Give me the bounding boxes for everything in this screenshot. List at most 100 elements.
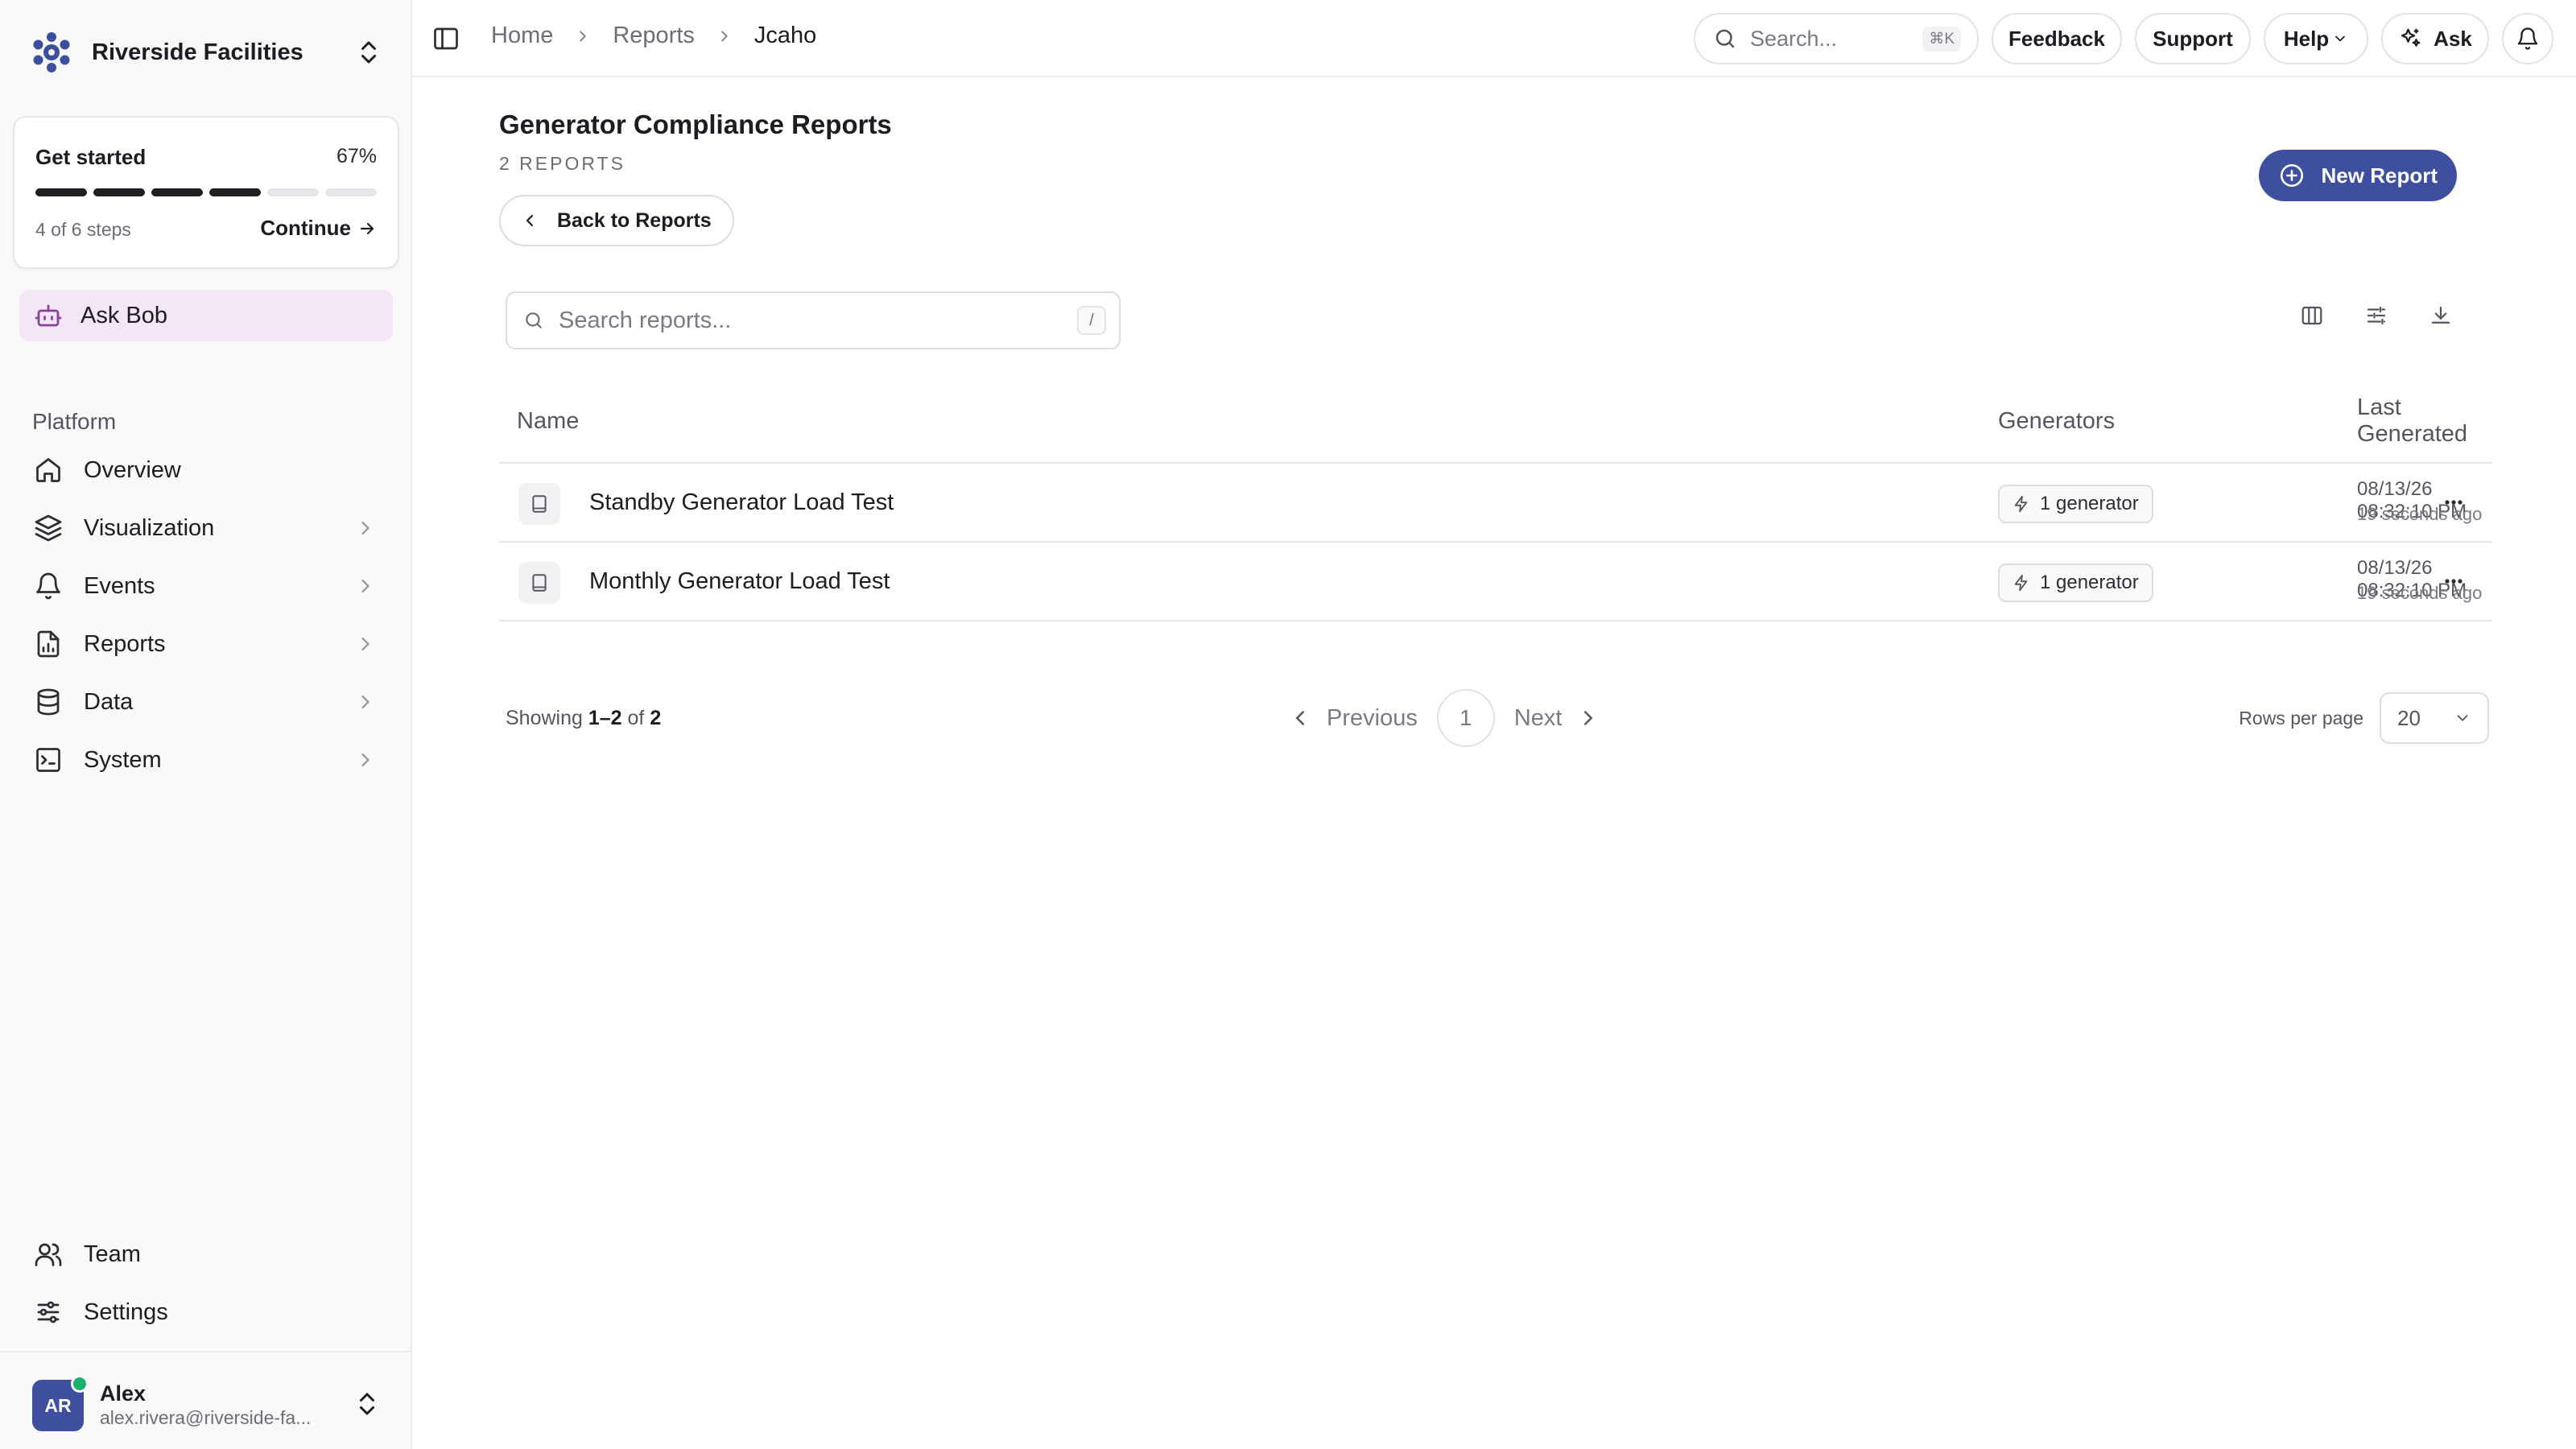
chevron-right-icon	[574, 27, 592, 45]
generator-badge[interactable]: 1 generator	[1998, 485, 2153, 523]
ask-button[interactable]: Ask	[2381, 13, 2489, 64]
sidebar: Riverside Facilities Get started 67% 4 o…	[0, 0, 412, 1449]
search-reports-input[interactable]: Search reports... /	[506, 291, 1121, 349]
chevron-right-icon	[354, 517, 377, 539]
breadcrumb-home[interactable]: Home	[491, 23, 553, 49]
notifications-button[interactable]	[2502, 13, 2553, 64]
chevron-left-icon	[520, 211, 539, 230]
sliders-icon	[32, 1296, 64, 1328]
generator-count: 1 generator	[2040, 572, 2139, 593]
rows-per-page-label: Rows per page	[2239, 707, 2363, 729]
showing-range: 1–2	[588, 707, 622, 729]
sidebar-bottom-nav: Team Settings	[19, 1225, 393, 1341]
search-icon	[523, 310, 544, 331]
filter-settings-icon[interactable]	[2362, 301, 2391, 330]
breadcrumb-reports[interactable]: Reports	[613, 23, 695, 49]
more-actions-icon[interactable]	[2438, 493, 2470, 512]
sidebar-item-reports[interactable]: Reports	[19, 615, 393, 673]
arrow-right-icon	[357, 219, 377, 238]
columns-icon[interactable]	[2297, 301, 2326, 330]
column-header-generators[interactable]: Generators	[1998, 408, 2115, 435]
get-started-title: Get started	[35, 145, 147, 169]
sidebar-item-label: System	[84, 746, 162, 773]
generator-badge[interactable]: 1 generator	[1998, 564, 2153, 602]
chevron-right-icon	[716, 27, 733, 45]
get-started-progress	[35, 188, 377, 196]
continue-button[interactable]: Continue	[260, 216, 377, 241]
table-row[interactable]: Standby Generator Load Test 1 generator …	[499, 464, 2492, 543]
chevron-updown-icon	[354, 38, 383, 67]
sidebar-item-team[interactable]: Team	[19, 1225, 393, 1283]
new-report-button[interactable]: New Report	[2258, 150, 2457, 201]
sparkles-icon	[2398, 27, 2422, 51]
page-number-button[interactable]: 1	[1436, 689, 1495, 747]
progress-segment	[35, 188, 87, 196]
bell-icon	[2516, 27, 2540, 51]
users-icon	[32, 1238, 64, 1270]
table-row[interactable]: Monthly Generator Load Test 1 generator …	[499, 543, 2492, 621]
report-name[interactable]: Standby Generator Load Test	[589, 489, 894, 516]
pagination: Previous 1 Next	[1288, 689, 1600, 747]
support-button[interactable]: Support	[2135, 13, 2251, 64]
rows-per-page: Rows per page 20	[2239, 689, 2489, 747]
showing-of: of	[627, 707, 645, 729]
chevron-down-icon	[2454, 709, 2471, 727]
chevron-updown-icon	[353, 1389, 382, 1418]
help-button[interactable]: Help	[2264, 13, 2368, 64]
column-header-last-generated[interactable]: Last Generated	[2357, 394, 2492, 448]
previous-page-button[interactable]: Previous	[1288, 705, 1418, 732]
sidebar-item-label: Reports	[84, 630, 166, 657]
bell-icon	[32, 570, 64, 602]
platform-section-label: Platform	[32, 409, 117, 434]
feedback-button[interactable]: Feedback	[1992, 13, 2122, 64]
bot-icon	[34, 301, 63, 330]
report-name[interactable]: Monthly Generator Load Test	[589, 568, 890, 595]
ask-bob-label: Ask Bob	[80, 302, 167, 328]
search-icon	[1713, 27, 1737, 51]
zap-icon	[2013, 495, 2030, 513]
search-reports-placeholder: Search reports...	[559, 307, 732, 333]
rows-per-page-value: 20	[2397, 705, 2421, 730]
sidebar-item-label: Events	[84, 572, 155, 599]
ask-bob-button[interactable]: Ask Bob	[19, 290, 393, 341]
sidebar-item-settings[interactable]: Settings	[19, 1283, 393, 1341]
sidebar-item-data[interactable]: Data	[19, 673, 393, 731]
back-to-reports-button[interactable]: Back to Reports	[499, 195, 734, 246]
zap-icon	[2013, 574, 2030, 592]
table-footer: Showing 1–2 of 2 Previous 1 Next Rows pe…	[506, 689, 2489, 747]
back-label: Back to Reports	[557, 208, 712, 232]
download-icon[interactable]	[2426, 301, 2455, 330]
chevron-left-icon	[1288, 706, 1312, 730]
previous-label: Previous	[1327, 704, 1418, 731]
document-icon	[518, 483, 560, 525]
generator-count: 1 generator	[2040, 493, 2139, 514]
new-report-label: New Report	[2321, 163, 2438, 188]
chevron-right-icon	[354, 691, 377, 713]
search-shortcut: ⌘K	[1922, 26, 1961, 52]
chevron-right-icon	[354, 749, 377, 771]
org-switcher[interactable]: Riverside Facilities	[29, 29, 383, 76]
global-search-input[interactable]: Search... ⌘K	[1694, 13, 1979, 64]
page-title: Generator Compliance Reports	[499, 109, 892, 139]
sidebar-item-system[interactable]: System	[19, 731, 393, 789]
sidebar-item-events[interactable]: Events	[19, 557, 393, 615]
online-status-indicator	[71, 1375, 89, 1393]
get-started-steps: 4 of 6 steps	[35, 219, 131, 240]
breadcrumb: Home Reports Jcaho	[491, 23, 816, 49]
sidebar-item-overview[interactable]: Overview	[19, 441, 393, 499]
next-page-button[interactable]: Next	[1514, 705, 1601, 732]
column-header-name[interactable]: Name	[517, 408, 579, 435]
user-name: Alex	[100, 1381, 147, 1406]
main-content: Generator Compliance Reports 2 REPORTS B…	[412, 77, 2576, 1449]
get-started-card[interactable]: Get started 67% 4 of 6 steps Continue	[13, 116, 399, 269]
sidebar-item-visualization[interactable]: Visualization	[19, 499, 393, 557]
user-email: alex.rivera@riverside-fa...	[100, 1407, 312, 1428]
rows-per-page-select[interactable]: 20	[2380, 692, 2489, 744]
sidebar-toggle-icon[interactable]	[431, 24, 460, 53]
topbar: Home Reports Jcaho Search... ⌘K Feedback…	[412, 0, 2576, 77]
plus-circle-icon	[2278, 162, 2306, 189]
showing-total: 2	[650, 707, 662, 729]
org-logo-icon	[29, 30, 74, 75]
user-menu[interactable]: AR Alex alex.rivera@riverside-fa...	[0, 1351, 411, 1449]
more-actions-icon[interactable]	[2438, 572, 2470, 591]
